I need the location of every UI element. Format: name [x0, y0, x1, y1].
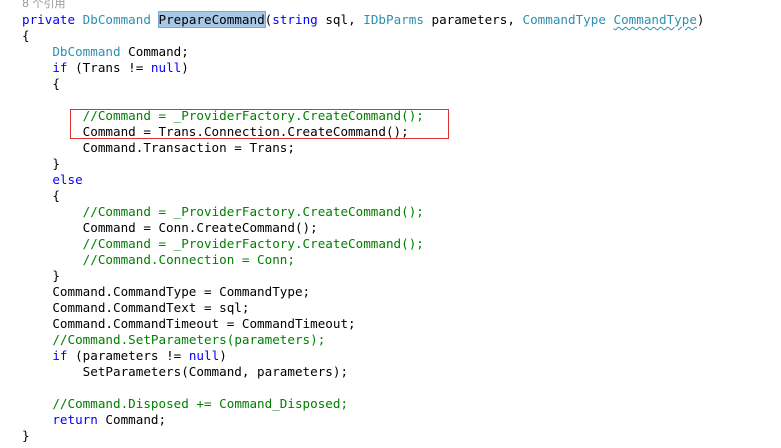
- code-line[interactable]: Command = Trans.Connection.CreateCommand…: [22, 124, 409, 140]
- code-line[interactable]: //Command = _ProviderFactory.CreateComma…: [22, 204, 424, 220]
- text-token: Command = Conn.CreateCommand();: [22, 220, 318, 235]
- code-line[interactable]: DbCommand Command;: [22, 44, 189, 60]
- text-token: ): [219, 348, 227, 363]
- selected-identifier-token: PrepareCommand: [157, 11, 266, 28]
- text-token: {: [22, 188, 60, 203]
- code-line[interactable]: {: [22, 188, 60, 204]
- comment-token: //Command.Connection = Conn;: [82, 252, 295, 267]
- code-line[interactable]: {: [22, 76, 60, 92]
- comment-token: //Command = _ProviderFactory.CreateComma…: [82, 108, 424, 123]
- code-line[interactable]: }: [22, 268, 60, 284]
- code-line[interactable]: return Command;: [22, 412, 166, 428]
- keyword-token: null: [188, 348, 220, 363]
- text-token: SetParameters(Command, parameters);: [22, 364, 349, 379]
- type-token: DbCommand: [52, 44, 121, 59]
- code-line[interactable]: Command.CommandTimeout = CommandTimeout;: [22, 316, 356, 332]
- type-token: IDbParms: [363, 12, 424, 27]
- text-token: Command;: [120, 44, 189, 59]
- code-line[interactable]: }: [22, 428, 30, 444]
- code-line[interactable]: SetParameters(Command, parameters);: [22, 364, 348, 380]
- codelens-reference-count[interactable]: 8 个引用: [22, 0, 66, 11]
- code-line[interactable]: //Command.Connection = Conn;: [22, 252, 295, 268]
- comment-token: //Command = _ProviderFactory.CreateComma…: [82, 204, 424, 219]
- code-line[interactable]: //Command.Disposed += Command_Disposed;: [22, 396, 348, 412]
- keyword-token: else: [52, 172, 83, 187]
- keyword-token: return: [52, 412, 98, 427]
- keyword-token: null: [150, 60, 182, 75]
- code-line[interactable]: if (parameters != null): [22, 348, 227, 364]
- code-line[interactable]: Command.CommandType = CommandType;: [22, 284, 310, 300]
- text-token: {: [22, 76, 60, 91]
- code-line[interactable]: Command.Transaction = Trans;: [22, 140, 295, 156]
- code-line[interactable]: //Command = _ProviderFactory.CreateComma…: [22, 108, 424, 124]
- text-token: Command;: [97, 412, 167, 427]
- keyword-token: if: [52, 60, 68, 75]
- code-line[interactable]: {: [22, 28, 30, 44]
- code-line[interactable]: }: [22, 156, 60, 172]
- text-token: Command.CommandType = CommandType;: [22, 284, 311, 299]
- text-token: Command.CommandText = sql;: [22, 300, 250, 315]
- code-line[interactable]: //Command = _ProviderFactory.CreateComma…: [22, 236, 424, 252]
- text-token: }: [22, 156, 60, 171]
- text-token: (Trans !=: [67, 60, 151, 75]
- keyword-token: string: [272, 12, 318, 27]
- code-editor[interactable]: 8 个引用 private DbCommand PrepareCommand(s…: [0, 0, 781, 448]
- code-line[interactable]: //Command.SetParameters(parameters);: [22, 332, 325, 348]
- squiggle-identifier-token: CommandType: [613, 12, 697, 27]
- text-token: ): [181, 60, 189, 75]
- text-token: sql,: [317, 12, 364, 27]
- code-line[interactable]: else: [22, 172, 83, 188]
- code-line[interactable]: if (Trans != null): [22, 60, 189, 76]
- keyword-token: private: [22, 12, 76, 27]
- code-line[interactable]: Command = Conn.CreateCommand();: [22, 220, 318, 236]
- text-token: {: [22, 28, 30, 43]
- type-token: CommandType: [522, 12, 606, 27]
- text-token: }: [22, 428, 30, 443]
- comment-token: //Command.SetParameters(parameters);: [52, 332, 326, 347]
- type-token: DbCommand: [82, 12, 151, 27]
- text-token: (parameters !=: [67, 348, 189, 363]
- code-line[interactable]: private DbCommand PrepareCommand(string …: [22, 11, 705, 28]
- text-token: parameters,: [423, 12, 523, 27]
- keyword-token: if: [52, 348, 68, 363]
- comment-token: //Command = _ProviderFactory.CreateComma…: [82, 236, 424, 251]
- text-token: Command = Trans.Connection.CreateCommand…: [22, 124, 409, 139]
- text-token: Command.CommandTimeout = CommandTimeout;: [22, 316, 356, 331]
- text-token: }: [22, 268, 60, 283]
- text-token: ): [696, 12, 705, 27]
- code-line[interactable]: Command.CommandText = sql;: [22, 300, 249, 316]
- text-token: Command.Transaction = Trans;: [22, 140, 295, 155]
- comment-token: //Command.Disposed += Command_Disposed;: [52, 396, 349, 411]
